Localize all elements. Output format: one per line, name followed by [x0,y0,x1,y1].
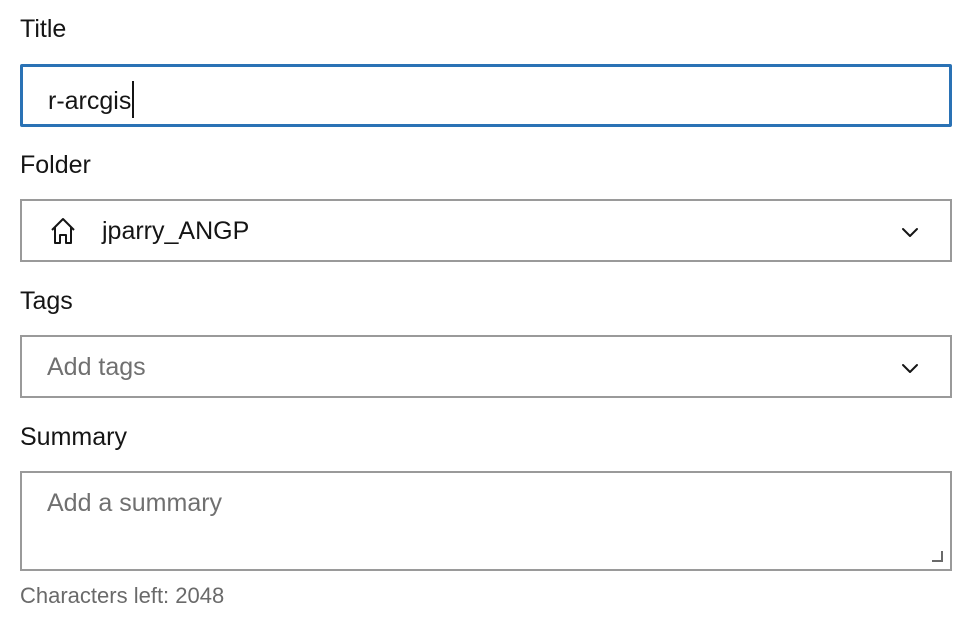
tags-placeholder: Add tags [47,353,146,381]
tags-label: Tags [20,287,73,315]
home-icon [48,216,78,246]
text-caret [132,81,135,118]
summary-textarea[interactable]: Add a summary [20,471,952,571]
summary-placeholder: Add a summary [47,489,223,517]
resize-handle-icon[interactable] [930,549,944,563]
chevron-down-icon[interactable] [900,358,920,378]
title-input-text: r-arcgis [48,87,132,115]
chevron-down-icon[interactable] [900,222,920,242]
tags-select[interactable]: Add tags [20,335,952,398]
folder-select-value: jparry_ANGP [102,217,250,245]
characters-left-text: Characters left: 2048 [20,583,225,608]
title-label: Title [20,15,67,43]
folder-select[interactable]: jparry_ANGP [20,199,952,262]
summary-label: Summary [20,423,127,451]
title-input[interactable]: r-arcgis [20,64,952,127]
title-input-value[interactable]: r-arcgis [48,81,135,118]
folder-label: Folder [20,151,91,179]
